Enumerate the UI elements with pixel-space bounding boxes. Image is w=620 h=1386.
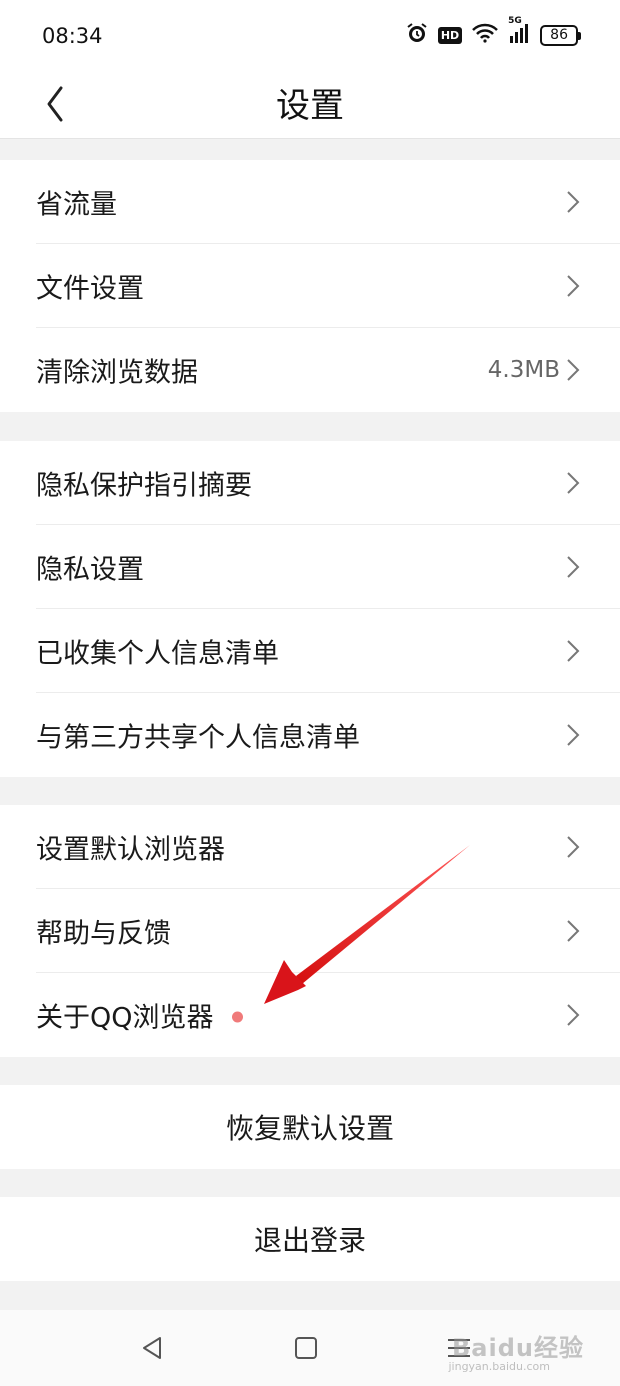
hd-icon: HD (437, 26, 463, 44)
settings-item-default-browser[interactable]: 设置默认浏览器 (0, 805, 620, 889)
status-bar: 08:34 HD 5G 86 (0, 0, 620, 70)
battery-icon: 86 (540, 24, 581, 46)
chevron-right-icon (567, 920, 580, 942)
settings-item-label: 设置默认浏览器 (36, 834, 225, 866)
cell-signal-icon: 5G (508, 16, 530, 48)
settings-group-about: 设置默认浏览器 帮助与反馈 关于QQ浏览器 (0, 805, 620, 1057)
square-home-icon (295, 1337, 317, 1359)
chevron-right-icon (567, 724, 580, 746)
chevron-right-icon (567, 640, 580, 662)
settings-item-collected-info-list[interactable]: 已收集个人信息清单 (0, 609, 620, 693)
settings-group-storage: 省流量 文件设置 清除浏览数据 4.3MB (0, 160, 620, 412)
chevron-right-icon (567, 836, 580, 858)
settings-item-privacy-settings[interactable]: 隐私设置 (0, 525, 620, 609)
chevron-right-icon (567, 359, 580, 381)
watermark-url: jingyan.baidu.com (448, 1360, 550, 1373)
settings-item-data-saver[interactable]: 省流量 (0, 160, 620, 244)
about-label-text: 关于QQ浏览器 (36, 1002, 214, 1034)
settings-item-label: 已收集个人信息清单 (36, 638, 279, 670)
settings-item-privacy-summary[interactable]: 隐私保护指引摘要 (0, 441, 620, 525)
chevron-right-icon (567, 191, 580, 213)
triangle-back-icon (143, 1337, 161, 1359)
chevron-right-icon (567, 1004, 580, 1026)
status-time: 08:34 (42, 24, 103, 48)
logout-button[interactable]: 退出登录 (0, 1197, 620, 1281)
title-bar: 设置 (0, 70, 620, 139)
new-badge-dot (231, 1011, 243, 1023)
settings-item-label: 与第三方共享个人信息清单 (36, 722, 360, 754)
network-type-label: 5G (508, 16, 522, 26)
page-title: 设置 (276, 86, 344, 126)
settings-item-help-feedback[interactable]: 帮助与反馈 (0, 889, 620, 973)
settings-item-label: 清除浏览数据 (36, 357, 198, 389)
wifi-icon (472, 23, 499, 47)
restore-defaults-button[interactable]: 恢复默认设置 (0, 1085, 620, 1169)
nav-back-button[interactable] (132, 1328, 172, 1368)
chevron-right-icon (567, 556, 580, 578)
settings-item-label: 隐私保护指引摘要 (36, 470, 252, 502)
settings-item-label: 文件设置 (36, 273, 144, 305)
settings-item-label: 省流量 (36, 189, 117, 221)
settings-item-about-qq-browser[interactable]: 关于QQ浏览器 (0, 973, 620, 1057)
settings-item-clear-browsing-data[interactable]: 清除浏览数据 4.3MB (0, 328, 620, 412)
settings-item-label: 隐私设置 (36, 554, 144, 586)
settings-item-file-settings[interactable]: 文件设置 (0, 244, 620, 328)
cache-size-value: 4.3MB (487, 357, 560, 383)
status-icons: HD 5G 86 (406, 16, 581, 48)
settings-item-label: 关于QQ浏览器 (36, 996, 243, 1035)
chevron-right-icon (567, 472, 580, 494)
settings-item-label: 帮助与反馈 (36, 918, 171, 950)
chevron-right-icon (567, 275, 580, 297)
watermark-logo: Baidu经验 (452, 1334, 584, 1362)
restore-defaults-label: 恢复默认设置 (225, 1112, 394, 1145)
logout-label: 退出登录 (253, 1224, 366, 1257)
alarm-icon (406, 22, 428, 48)
settings-item-third-party-sharing-list[interactable]: 与第三方共享个人信息清单 (0, 693, 620, 777)
nav-home-button[interactable] (286, 1328, 326, 1368)
settings-group-privacy: 隐私保护指引摘要 隐私设置 已收集个人信息清单 与第三方共享个人信息清单 (0, 441, 620, 777)
